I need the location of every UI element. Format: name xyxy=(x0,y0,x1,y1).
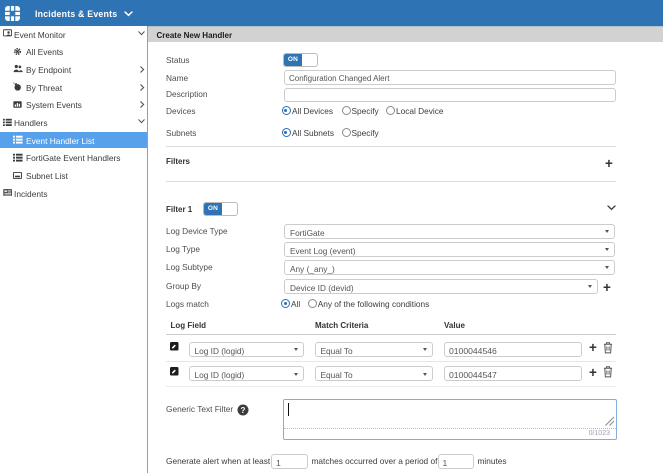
svg-text:?: ? xyxy=(241,405,246,414)
